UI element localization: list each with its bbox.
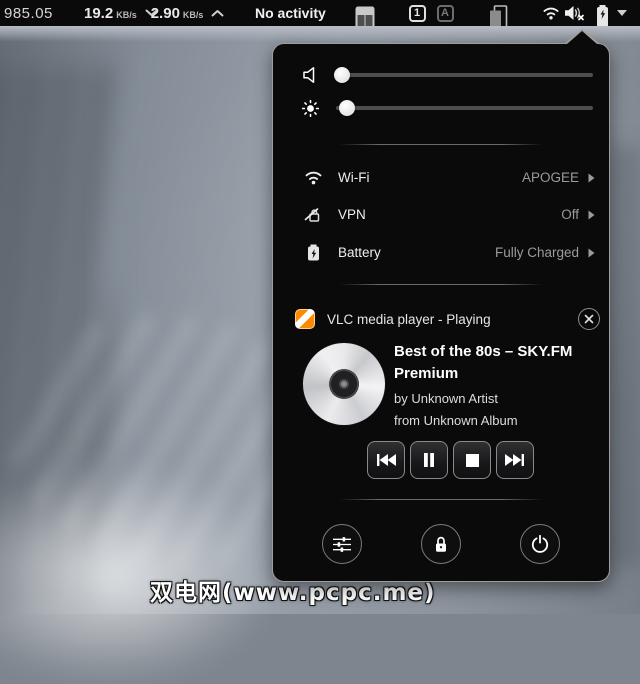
volume-slider[interactable] <box>334 65 593 85</box>
album-art <box>303 343 387 427</box>
separator <box>339 499 543 500</box>
brightness-slider-track[interactable] <box>336 106 593 110</box>
media-notification-header[interactable]: VLC media player - Playing <box>295 307 600 331</box>
input-method-letter: A <box>436 4 454 22</box>
volume-muted-icon[interactable] <box>562 0 588 26</box>
system-status-menu: Wi-Fi APOGEE VPN Off Battery Fully Charg… <box>272 29 610 582</box>
menu-item-label: VPN <box>338 207 366 222</box>
next-track-button[interactable] <box>496 441 534 479</box>
track-info: Best of the 80s – SKY.FM Premium by Unkn… <box>394 341 614 431</box>
vlc-app-icon <box>295 309 315 329</box>
media-controls <box>367 441 534 479</box>
brightness-icon <box>299 99 321 117</box>
submenu-arrow-icon <box>588 210 595 220</box>
brightness-slider[interactable] <box>336 98 593 118</box>
close-notification-button[interactable] <box>578 308 600 330</box>
separator <box>339 284 543 285</box>
lock-button[interactable] <box>421 524 461 564</box>
submenu-arrow-icon <box>588 248 595 258</box>
vpn-lock-icon <box>303 207 323 223</box>
menu-item-battery[interactable]: Battery Fully Charged <box>303 234 595 271</box>
submenu-arrow-icon <box>588 173 595 183</box>
wifi-icon[interactable] <box>540 0 562 26</box>
volume-slider-knob[interactable] <box>334 67 350 83</box>
settings-button[interactable] <box>322 524 362 564</box>
battery-icon <box>303 244 323 261</box>
net-down-value: 19.2 <box>84 4 114 22</box>
workspace-number: 1 <box>408 4 426 22</box>
separator <box>339 144 543 145</box>
menu-item-label: Battery <box>338 245 381 260</box>
track-album: from Unknown Album <box>394 412 518 428</box>
cd-disc-image <box>303 343 385 425</box>
track-artist: by Unknown Artist <box>394 391 499 406</box>
pause-button[interactable] <box>410 441 448 479</box>
menu-caret-icon[interactable] <box>614 0 630 26</box>
track-title: Best of the 80s – SKY.FM Premium <box>394 343 573 382</box>
battery-charging-icon[interactable] <box>592 0 612 26</box>
previous-track-button[interactable] <box>367 441 405 479</box>
menu-item-vpn[interactable]: VPN Off <box>303 196 595 233</box>
menu-item-value: Off <box>561 207 579 222</box>
brightness-slider-knob[interactable] <box>339 100 355 116</box>
system-action-buttons <box>273 524 609 564</box>
network-speed-applet[interactable]: 19.2 KB/s 2.90 KB/s <box>84 0 224 26</box>
volume-slider-row <box>299 61 593 89</box>
touchpad-icon[interactable] <box>353 0 377 26</box>
workspace-indicator[interactable]: 1 <box>408 0 426 26</box>
menu-item-wifi[interactable]: Wi-Fi APOGEE <box>303 159 595 196</box>
top-bar: 985.05 19.2 KB/s 2.90 KB/s No activity 1 A <box>0 0 640 26</box>
brightness-slider-row <box>299 94 593 122</box>
activity-indicator[interactable]: No activity <box>255 0 326 26</box>
system-monitor-applet[interactable]: 985.05 <box>4 0 53 26</box>
media-app-title: VLC media player - Playing <box>327 311 491 327</box>
speaker-muted-icon <box>299 67 321 83</box>
menu-item-label: Wi-Fi <box>338 170 370 185</box>
volume-slider-track[interactable] <box>336 73 593 77</box>
wifi-icon <box>303 170 323 185</box>
net-down-unit: KB/s <box>116 9 137 20</box>
net-up-unit: KB/s <box>182 9 204 20</box>
power-button[interactable] <box>520 524 560 564</box>
menu-item-value: APOGEE <box>521 170 579 185</box>
windows-overview-icon[interactable] <box>486 0 512 26</box>
input-method-indicator[interactable]: A <box>436 0 454 26</box>
menu-item-value: Fully Charged <box>494 245 579 260</box>
stop-button[interactable] <box>453 441 491 479</box>
